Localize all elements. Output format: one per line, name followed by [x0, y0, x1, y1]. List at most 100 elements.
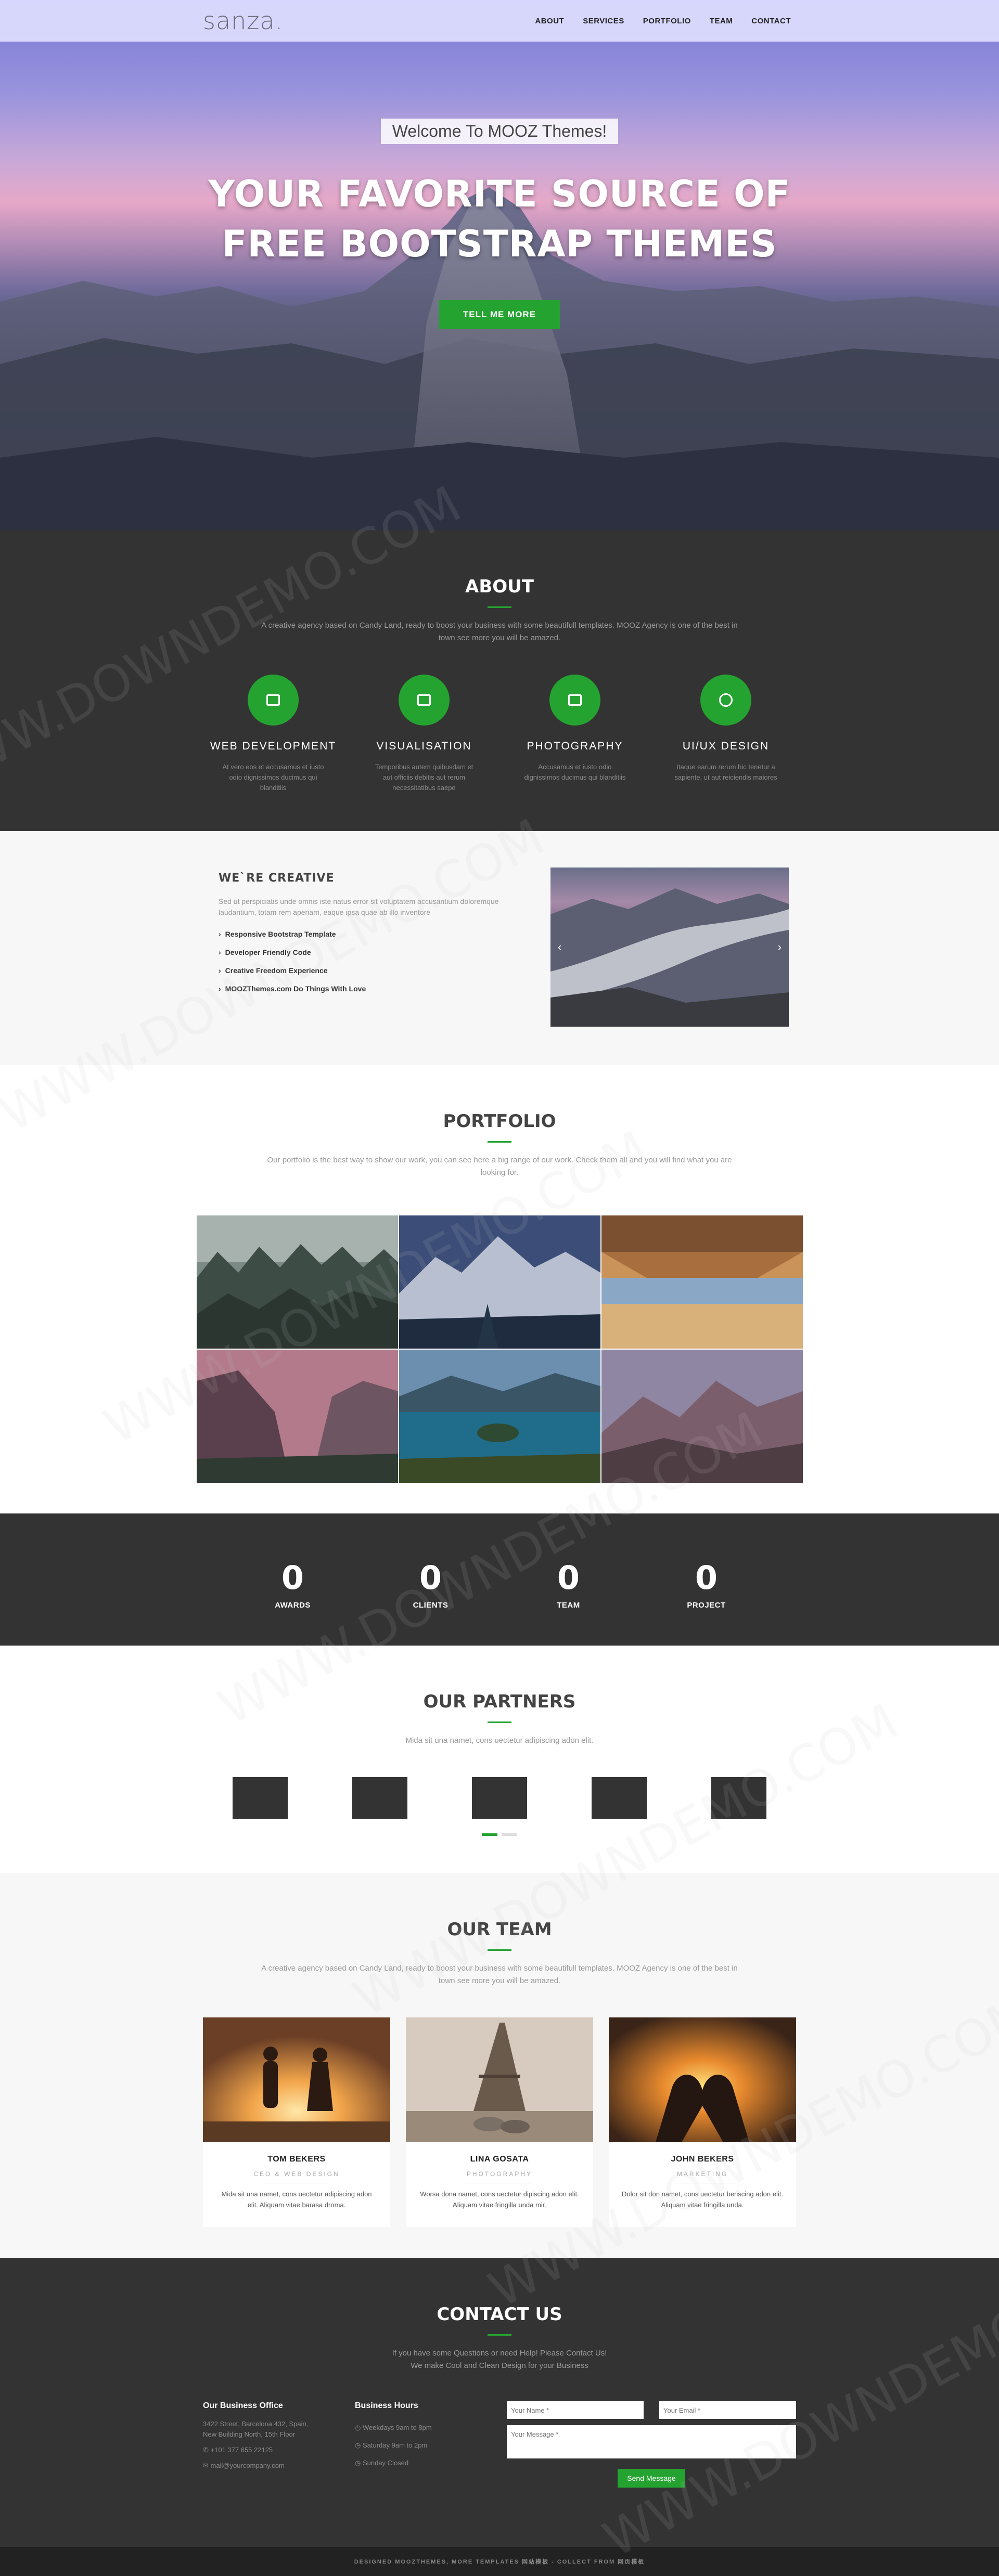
list-item: ◷ Saturday 9am to 2pm [355, 2437, 507, 2454]
feature-title: UI/UX DESIGN [682, 740, 770, 752]
hero-title: YOUR FAVORITE SOURCE OF FREE BOOTSTRAP T… [0, 169, 999, 269]
contact-section: CONTACT US If you have some Questions or… [0, 2258, 999, 2547]
contact-desc-line2: We make Cool and Clean Design for your B… [411, 2361, 588, 2370]
team-member-description: Mida sit una namet, cons uectetur adipis… [221, 2190, 372, 2209]
feature-description: At vero eos et accusamus et iusto odio d… [222, 763, 324, 792]
nav-team-link[interactable]: TEAM [710, 17, 733, 25]
portfolio-item[interactable] [196, 1350, 398, 1483]
portfolio-description: Our portfolio is the best way to show ou… [267, 1156, 732, 1177]
phone-row: ✆ +101 377 655 22125 [203, 2445, 355, 2455]
partner-logo[interactable] [711, 1777, 766, 1819]
hours-text: Sunday Closed [362, 2459, 409, 2467]
feature-item: UI/UX DESIGN Itaque earum rerum hic tene… [656, 675, 796, 793]
title-divider [488, 606, 511, 608]
team-member-name: JOHN BEKERS [671, 2155, 734, 2164]
name-input[interactable] [507, 2401, 644, 2419]
slider-prev-arrow[interactable]: ‹ [558, 940, 561, 954]
feature-list: WEB DEVELOPMENT At vero eos et accusamus… [203, 675, 796, 793]
counter-value: 0 [695, 1559, 718, 1597]
team-title: OUR TEAM [447, 1919, 552, 1940]
portfolio-item[interactable] [399, 1215, 600, 1349]
feature-item: VISUALISATION Temporibus autem quibusdam… [354, 675, 494, 793]
portfolio-item[interactable] [399, 1350, 600, 1483]
portfolio-item[interactable] [196, 1215, 398, 1349]
office-title: Our Business Office [203, 2401, 283, 2410]
address-line2: New Building North, 15th Floor [203, 2430, 296, 2438]
glacier-image [550, 888, 789, 1027]
email-input[interactable] [659, 2401, 796, 2419]
nav-about-link[interactable]: ABOUT [535, 17, 564, 25]
message-input[interactable] [507, 2425, 796, 2458]
list-item: Creative Freedom Experience [219, 962, 536, 980]
counter-team: 0 TEAM [517, 1561, 621, 1610]
team-grid: TOM BEKERS CEO & WEB DESIGN Mida sit una… [203, 2017, 796, 2227]
feature-title: WEB DEVELOPMENT [210, 740, 337, 752]
partner-logos [0, 1777, 999, 1819]
partner-logo[interactable] [233, 1777, 288, 1819]
portfolio-item[interactable] [601, 1215, 803, 1349]
team-member-description: Dolor sit don namet, cons uectetur beris… [621, 2190, 783, 2209]
portfolio-title: PORTFOLIO [443, 1111, 556, 1132]
counter-value: 0 [419, 1559, 442, 1597]
partner-logo[interactable] [472, 1777, 527, 1819]
contact-desc-line1: If you have some Questions or need Help!… [392, 2349, 607, 2358]
phone-number: +101 377 655 22125 [210, 2446, 273, 2454]
address-line1: 3422 Street, Barcelona 432, Spain, [203, 2420, 309, 2428]
feature-item: WEB DEVELOPMENT At vero eos et accusamus… [203, 675, 343, 793]
team-member-role: CEO & WEB DESIGN [253, 2170, 340, 2178]
creative-section: WE`RE CREATIVE Sed ut perspiciatis unde … [0, 831, 999, 1065]
brand-logo[interactable]: sanza. [203, 7, 283, 35]
email-link[interactable]: mail@yourcompany.com [211, 2462, 285, 2469]
partner-logo[interactable] [592, 1777, 647, 1819]
team-section: OUR TEAM A creative agency based on Cand… [0, 1873, 999, 2258]
team-member-description: Worsa dona namet, cons uectetur dipiscin… [420, 2190, 579, 2209]
creative-list: Responsive Bootstrap Template Developer … [219, 925, 536, 998]
send-message-button[interactable]: Send Message [618, 2469, 685, 2488]
tell-me-more-button[interactable]: TELL ME MORE [439, 300, 560, 329]
counter-label: AWARDS [275, 1601, 311, 1610]
nav-portfolio-link[interactable]: PORTFOLIO [643, 17, 691, 25]
contact-description: If you have some Questions or need Help!… [317, 2347, 682, 2372]
feature-description: Accusamus et iusto odio dignissimos duci… [524, 763, 626, 781]
email-row: ✉ mail@yourcompany.com [203, 2461, 355, 2471]
hours-list: ◷ Weekdays 9am to 8pm ◷ Saturday 9am to … [355, 2419, 507, 2472]
hero-welcome-badge: Welcome To MOOZ Themes! [380, 119, 619, 144]
carousel-dot-active[interactable] [482, 1833, 497, 1836]
hours-text: Weekdays 9am to 8pm [362, 2424, 432, 2431]
team-photo [203, 2017, 390, 2142]
envelope-icon: ✉ [203, 2462, 211, 2469]
counter-label: CLIENTS [413, 1601, 449, 1610]
counters-section: 0 AWARDS 0 CLIENTS 0 TEAM 0 PROJECT [0, 1513, 999, 1646]
creative-description: Sed ut perspiciatis unde omnis iste natu… [219, 897, 499, 916]
footer-text: DESIGNED MOOZTHEMES, MORE TEMPLATES 网站模板… [354, 2559, 645, 2565]
clock-icon: ◷ [355, 2424, 363, 2431]
feature-description: Temporibus autem quibusdam et aut offici… [375, 763, 473, 792]
portfolio-item[interactable] [601, 1350, 803, 1483]
team-photo [406, 2017, 593, 2142]
slider-next-arrow[interactable]: › [778, 940, 782, 954]
carousel-dot[interactable] [502, 1833, 517, 1836]
feature-description: Itaque earum rerum hic tenetur a sapient… [674, 763, 777, 781]
counter-value: 0 [557, 1559, 580, 1597]
title-divider [488, 1721, 511, 1723]
portfolio-grid [196, 1215, 803, 1483]
counter-project: 0 PROJECT [655, 1561, 759, 1610]
team-card: LINA GOSATA PHOTOGRAPHY Worsa dona namet… [406, 2017, 593, 2227]
feature-title: PHOTOGRAPHY [527, 740, 623, 752]
team-member-role: PHOTOGRAPHY [466, 2170, 533, 2178]
footer: DESIGNED MOOZTHEMES, MORE TEMPLATES 网站模板… [0, 2547, 999, 2576]
partners-description: Mida sit una namet, cons uectetur adipis… [405, 1736, 594, 1745]
counter-awards: 0 AWARDS [241, 1561, 345, 1610]
counter-label: PROJECT [687, 1601, 726, 1610]
carousel-dots [0, 1833, 999, 1836]
feature-title: VISUALISATION [376, 740, 472, 752]
creative-image-slider: ‹ › [550, 868, 789, 1027]
team-card: TOM BEKERS CEO & WEB DESIGN Mida sit una… [203, 2017, 390, 2227]
contact-body: Our Business Office 3422 Street, Barcelo… [203, 2401, 796, 2488]
nav-services-link[interactable]: SERVICES [583, 17, 624, 25]
nav-contact-link[interactable]: CONTACT [751, 17, 791, 25]
partner-logo[interactable] [352, 1777, 407, 1819]
hero-title-line2: FREE BOOTSTRAP THEMES [222, 223, 777, 265]
partners-section: OUR PARTNERS Mida sit una namet, cons ue… [0, 1646, 999, 1873]
list-item: ◷ Sunday Closed [355, 2454, 507, 2472]
